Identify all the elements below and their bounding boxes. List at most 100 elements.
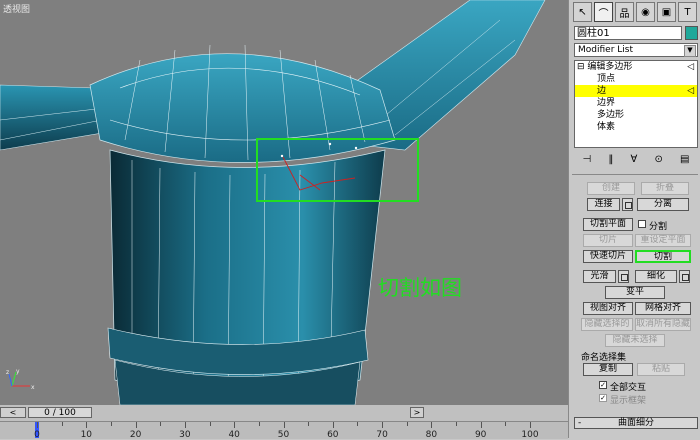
display-tab-icon[interactable]: ▣ — [657, 2, 676, 22]
full-interactivity-label: 全部交互 — [610, 383, 647, 393]
perspective-viewport[interactable]: 透视图 切割如图 x y z — [0, 0, 568, 405]
ruler-tick — [382, 422, 384, 428]
stack-item-vertex[interactable]: 顶点 — [575, 73, 697, 85]
modifier-stack[interactable]: ⊟ 编辑多边形 ◁ 顶点 边 ◁ 边界 多边形 体素 — [574, 60, 698, 148]
stack-item-edge[interactable]: 边 ◁ — [575, 85, 697, 97]
ruler-tick — [406, 422, 408, 426]
ruler-tick — [184, 422, 186, 428]
collapse-button[interactable]: 折叠 — [641, 182, 689, 195]
tessellate-button[interactable]: 细化 — [635, 270, 677, 283]
make-unique-icon[interactable]: ∀ — [630, 154, 637, 170]
stack-item-polygon[interactable]: 多边形 — [575, 109, 697, 121]
subdivision-rollout-label: 曲面细分 — [617, 418, 654, 428]
stack-item-element[interactable]: 体素 — [575, 121, 697, 133]
stack-root-item[interactable]: ⊟ 编辑多边形 ◁ — [575, 61, 697, 73]
ruler-tick — [357, 422, 359, 426]
show-cage-label: 显示框架 — [610, 396, 647, 406]
view-align-button[interactable]: 视图对齐 — [583, 302, 633, 315]
object-name-field[interactable]: 圆柱01 — [574, 26, 682, 40]
time-slider[interactable]: 0 / 100 — [28, 407, 92, 418]
ruler-tick — [110, 422, 112, 426]
make-planar-button[interactable]: 变平 — [605, 286, 665, 299]
ruler-tick-label: 60 — [327, 430, 339, 440]
full-interactivity-checkbox[interactable]: ✓ — [599, 381, 607, 389]
utilities-tab-icon[interactable]: T — [678, 2, 697, 22]
cut-button[interactable]: 切割 — [635, 250, 691, 263]
remove-modifier-icon[interactable]: ⊙ — [654, 154, 662, 170]
axis-z-label: z — [6, 369, 9, 376]
hierarchy-tab-icon[interactable]: 品 — [615, 2, 634, 22]
meshsmooth-settings-icon[interactable] — [618, 270, 629, 283]
ruler-tick — [135, 422, 137, 428]
show-end-result-icon[interactable]: ‖ — [608, 154, 613, 170]
pin-stack-icon[interactable]: ⊣ — [583, 154, 592, 170]
axis-tripod: x y z — [6, 368, 35, 391]
ruler-tick — [431, 422, 433, 428]
slice-plane-button[interactable]: 切割平面 — [583, 218, 633, 231]
active-icon: ◁ — [687, 62, 694, 72]
ruler-tick — [530, 422, 531, 428]
collapse-icon[interactable]: - — [578, 418, 581, 428]
create-button[interactable]: 创建 — [587, 182, 635, 195]
timeline: < 0 / 100 > 0 10 20 30 40 50 60 70 80 90 100 — [0, 405, 568, 440]
ruler-tick — [332, 422, 334, 428]
ruler-tick — [308, 422, 310, 426]
ruler-tick — [234, 422, 236, 428]
modifier-list-dropdown[interactable]: Modifier List ▼ — [574, 43, 698, 57]
configure-sets-icon[interactable]: ▤ — [680, 154, 689, 170]
ruler-tick-label: 50 — [277, 430, 290, 440]
ruler-tick-label: 100 — [521, 430, 539, 440]
ruler-tick-label: 30 — [179, 430, 191, 440]
attach-button[interactable]: 连接 — [587, 198, 620, 211]
divider — [572, 174, 698, 175]
modifier-list-label: Modifier List — [578, 45, 633, 55]
object-color-swatch[interactable] — [685, 26, 698, 40]
viewport-label[interactable]: 透视图 — [3, 2, 30, 15]
ruler-tick — [258, 422, 260, 426]
command-panel-tabs: ↖ ⌒ 品 ◉ ▣ T — [573, 2, 699, 24]
ruler-tick — [456, 422, 458, 426]
ruler-tick-label: 90 — [474, 430, 487, 440]
hide-unselected-button[interactable]: 隐藏未选择 — [605, 334, 665, 347]
modify-tab-icon[interactable]: ⌒ — [594, 2, 613, 22]
ruler-tick-label: 10 — [80, 430, 93, 440]
stack-tools: ⊣ ‖ ∀ ⊙ ▤ — [574, 154, 698, 170]
motion-tab-icon[interactable]: ◉ — [636, 2, 655, 22]
ruler-tick-label: 40 — [228, 430, 240, 440]
chevron-down-icon[interactable]: ▼ — [684, 45, 696, 57]
show-cage-checkbox[interactable]: ✓ — [599, 394, 607, 402]
tessellate-settings-icon[interactable] — [679, 270, 690, 283]
detach-button[interactable]: 分离 — [637, 198, 689, 211]
unhide-all-button[interactable]: 取消所有隐藏 — [635, 318, 691, 331]
axis-x-label: x — [31, 384, 35, 391]
reset-plane-button[interactable]: 重设定平面 — [635, 234, 691, 247]
viewport-canvas[interactable] — [0, 0, 568, 405]
slice-button[interactable]: 切片 — [583, 234, 633, 247]
split-label: 分割 — [649, 222, 668, 232]
ruler-tick-label: 80 — [425, 430, 438, 440]
quickslice-button[interactable]: 快速切片 — [583, 250, 633, 263]
ruler-tick — [480, 422, 482, 428]
time-prev-button[interactable]: < — [0, 407, 26, 418]
attach-settings-icon[interactable] — [622, 198, 633, 211]
ruler-tick — [86, 422, 88, 428]
ruler-tick — [209, 422, 211, 426]
stack-item-border[interactable]: 边界 — [575, 97, 697, 109]
time-next-button[interactable]: > — [410, 407, 424, 418]
meshsmooth-button[interactable]: 光滑 — [583, 270, 616, 283]
annotation-text: 切割如图 — [378, 276, 462, 300]
cup-body — [89, 53, 396, 163]
ruler-tick — [505, 422, 507, 426]
ruler-tick-label: 70 — [376, 430, 388, 440]
named-selections-label: 命名选择集 — [581, 353, 627, 363]
ruler-tick — [61, 422, 63, 426]
paste-button[interactable]: 粘贴 — [637, 363, 685, 376]
subdivision-rollout[interactable]: - 曲面细分 — [574, 417, 698, 429]
create-tab-icon[interactable]: ↖ — [573, 2, 592, 22]
time-ruler[interactable]: 0 10 20 30 40 50 60 70 80 90 100 — [0, 421, 568, 440]
split-checkbox[interactable] — [638, 220, 646, 228]
hide-selected-button[interactable]: 隐藏选择的 — [581, 318, 633, 331]
ruler-tick — [283, 422, 285, 428]
grid-align-button[interactable]: 网格对齐 — [635, 302, 691, 315]
copy-button[interactable]: 复制 — [583, 363, 633, 376]
